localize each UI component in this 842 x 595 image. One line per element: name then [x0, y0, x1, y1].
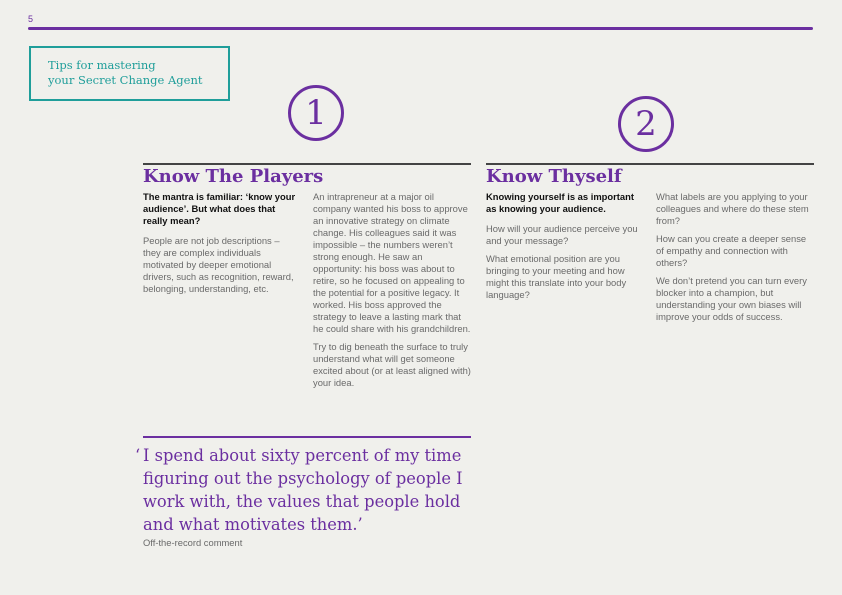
section-1-number: 1 — [288, 85, 344, 141]
tips-box: Tips for mastering your Secret Change Ag… — [29, 46, 230, 101]
page-number: 5 — [28, 14, 34, 24]
section-1-divider — [143, 163, 471, 165]
section-2-column-1: Knowing yourself is as important as know… — [486, 191, 638, 307]
section-1-column-1: The mantra is familiar: ‘know your audie… — [143, 191, 299, 301]
section-2-lead: Knowing yourself is as important as know… — [486, 191, 634, 214]
top-divider — [28, 27, 813, 30]
quote-divider — [143, 436, 471, 438]
tips-line-2: your Secret Change Agent — [48, 72, 203, 87]
paragraph: Try to dig beneath the surface to truly … — [313, 341, 471, 388]
section-1-lead: The mantra is familiar: ‘know your audie… — [143, 191, 296, 226]
page: 5 Tips for mastering your Secret Change … — [0, 0, 842, 595]
paragraph: We don’t pretend you can turn every bloc… — [656, 275, 807, 322]
paragraph: How will your audience perceive you and … — [486, 223, 638, 246]
tips-line-1: Tips for mastering — [48, 58, 156, 72]
paragraph: An intrapreneur at a major oil company w… — [313, 191, 471, 334]
section-1-column-2: An intrapreneur at a major oil company w… — [313, 191, 471, 395]
section-2-divider — [486, 163, 814, 165]
paragraph: What emotional position are you bringing… — [486, 253, 627, 300]
pull-quote: I spend about sixty percent of my time f… — [143, 446, 463, 534]
section-2-number: 2 — [618, 96, 674, 152]
paragraph: People are not job descriptions – they a… — [143, 235, 294, 294]
quote-open-mark: ‘ — [135, 446, 141, 465]
section-1-title: Know The Players — [143, 166, 324, 187]
paragraph: What labels are you applying to your col… — [656, 191, 809, 226]
quote-attribution: Off-the-record comment — [143, 537, 243, 548]
section-2-column-2: What labels are you applying to your col… — [656, 191, 814, 329]
section-2-title: Know Thyself — [486, 166, 622, 187]
paragraph: How can you create a deeper sense of emp… — [656, 233, 807, 268]
